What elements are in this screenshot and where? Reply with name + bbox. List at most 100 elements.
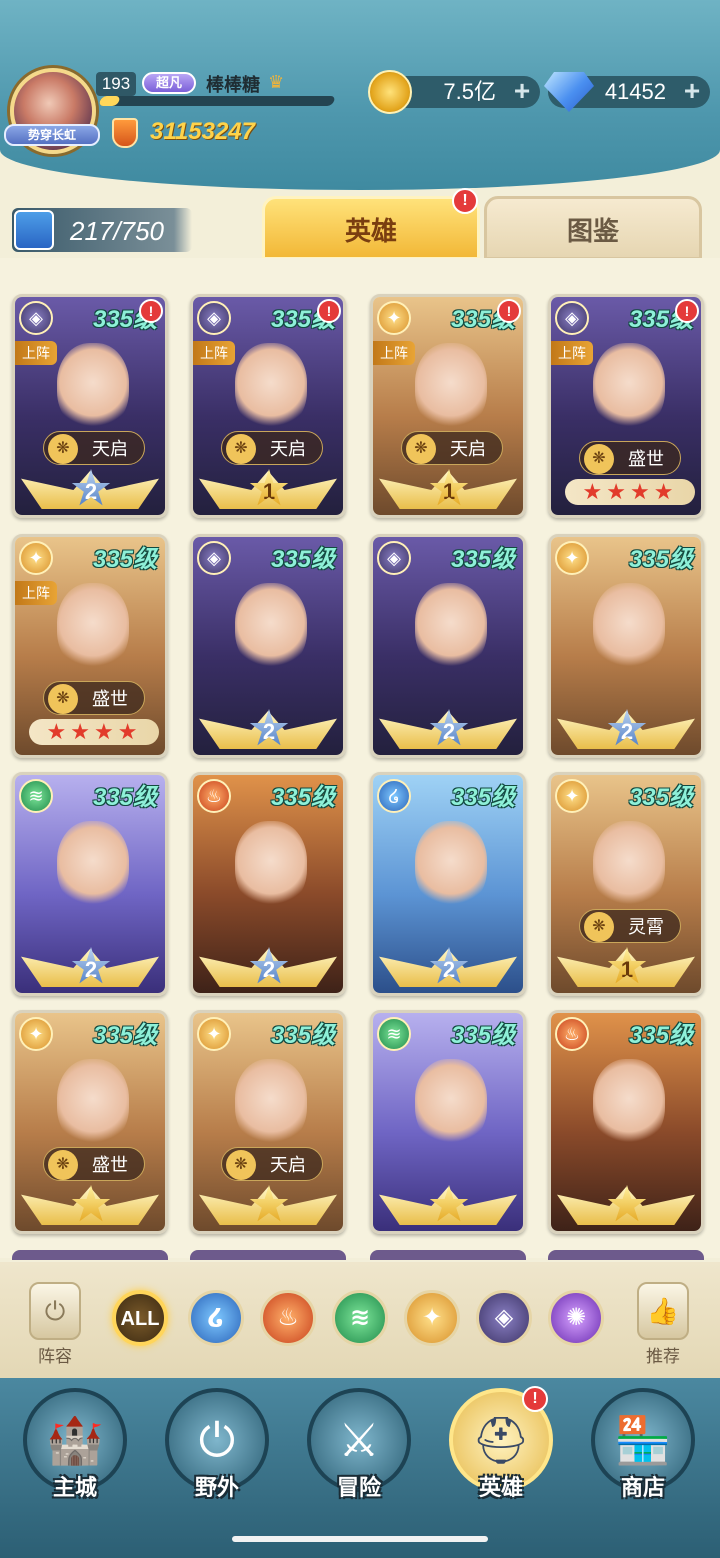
tab-codex[interactable]: 图鉴: [484, 196, 702, 260]
light-element-icon: ✦: [19, 541, 53, 575]
player-name: 棒棒糖: [206, 75, 260, 95]
hero-rank-label: 天启: [92, 439, 128, 459]
hero-face: [593, 343, 665, 431]
filter-void-element-icon[interactable]: ✺: [548, 1290, 604, 1346]
lineup-label: 阵容: [38, 1347, 72, 1366]
hero-card[interactable]: ✦ 335级 ❋ 天启: [190, 1010, 346, 1234]
hero-face: [57, 343, 129, 431]
recommend-label: 推荐: [646, 1347, 680, 1366]
hero-card[interactable]: ◈ 335级 上阵 ❋ 天启 2!: [12, 294, 168, 518]
rank-icon: ❋: [406, 434, 436, 464]
deployed-tag: 上阵: [373, 341, 415, 365]
vip-badge: 超凡: [142, 72, 196, 94]
nav-wild[interactable]: ⏻ 野外: [162, 1388, 272, 1508]
filter-fire-element-icon[interactable]: ♨: [260, 1290, 316, 1346]
tab-heroes-alert-icon: !: [452, 188, 478, 214]
filter-all-button[interactable]: ALL: [112, 1290, 168, 1346]
rank-icon: ❋: [226, 434, 256, 464]
filter-water-element-icon[interactable]: ໒: [188, 1290, 244, 1346]
hero-card[interactable]: ໒ 335级 2: [370, 772, 526, 996]
filter-wind-element-icon[interactable]: ≋: [332, 1290, 388, 1346]
hero-rank-label: 灵霄: [628, 917, 664, 937]
fire-element-icon: ♨: [555, 1017, 589, 1051]
card-icon: [14, 210, 54, 250]
thumbs-up-icon: 👍: [637, 1282, 689, 1340]
next-row-peek: [0, 1250, 720, 1260]
nav-label: 英雄: [478, 1475, 523, 1500]
fire-element-icon: ♨: [197, 779, 231, 813]
hero-face: [235, 583, 307, 671]
hero-card[interactable]: ◈ 335级 上阵 ❋ 天启 1!: [190, 294, 346, 518]
exp-bar: [98, 96, 336, 106]
hero-face: [57, 583, 129, 671]
light-element-icon: ✦: [555, 541, 589, 575]
hero-level: 335级: [628, 546, 693, 573]
hero-rank-label: 盛世: [628, 449, 664, 469]
hero-alert-icon: !: [497, 299, 521, 323]
deployed-tag: 上阵: [15, 341, 57, 365]
hero-card[interactable]: ◈ 335级 2: [370, 534, 526, 758]
deployed-tag: 上阵: [15, 581, 57, 605]
hero-card[interactable]: ✦ 335级 ❋ 盛世: [12, 1010, 168, 1234]
hero-level: 335级: [92, 784, 157, 811]
hero-face: [57, 821, 129, 909]
hero-card[interactable]: ◈ 335级 上阵 ❋ 盛世 ★★★★!: [548, 294, 704, 518]
hero-card[interactable]: ♨ 335级: [548, 1010, 704, 1234]
hero-card[interactable]: ✦ 335级 上阵 ❋ 天启 1!: [370, 294, 526, 518]
nav-shop[interactable]: 🏪 商店: [588, 1388, 698, 1508]
avatar-title-ribbon: 势穿长虹: [4, 124, 100, 146]
tab-heroes-label: 英雄: [344, 216, 397, 246]
hero-card[interactable]: ♨ 335级 2: [190, 772, 346, 996]
hero-rank-label: 天启: [450, 439, 486, 459]
hero-rank-tag: ❋ 天启: [43, 431, 145, 465]
crown-icon: ♛: [268, 72, 285, 92]
hero-rank-label: 盛世: [92, 1155, 128, 1175]
hero-level: 335级: [270, 784, 335, 811]
hero-card[interactable]: ✦ 335级 2: [548, 534, 704, 758]
gold-currency: 7.5亿 +: [368, 70, 540, 114]
hero-card[interactable]: ◈ 335级 2: [190, 534, 346, 758]
nav-adventure[interactable]: ⚔ 冒险: [304, 1388, 414, 1508]
gem-currency: 41452 +: [544, 72, 710, 112]
deployed-tag: 上阵: [551, 341, 593, 365]
hero-level: 335级: [450, 1022, 515, 1049]
hero-rank-tag: ❋ 灵霄: [579, 909, 681, 943]
wind-element-icon: ≋: [377, 1017, 411, 1051]
filter-light-element-icon[interactable]: ✦: [404, 1290, 460, 1346]
hero-level: 335级: [450, 784, 515, 811]
hero-face: [593, 1059, 665, 1147]
collection-count-value: 217/750: [70, 216, 164, 246]
nav-main-city[interactable]: 🏰 主城: [20, 1388, 130, 1508]
hero-rank-label: 天启: [270, 1155, 306, 1175]
shadow-element-icon: ◈: [197, 301, 231, 335]
nav-label: 商店: [620, 1475, 665, 1500]
hero-rank-tag: ❋ 天启: [221, 431, 323, 465]
hero-face: [235, 1059, 307, 1147]
hero-rank-tag: ❋ 盛世: [43, 1147, 145, 1181]
hero-alert-icon: !: [139, 299, 163, 323]
hero-face: [235, 821, 307, 909]
tab-heroes[interactable]: 英雄: [262, 196, 480, 260]
recommend-button[interactable]: 👍 推荐: [628, 1282, 698, 1372]
power-icon: [112, 118, 138, 148]
hero-level: 335级: [270, 546, 335, 573]
lineup-button[interactable]: ⏻ 阵容: [20, 1282, 90, 1372]
hero-rank-label: 盛世: [92, 689, 128, 709]
nav-alert-icon: !: [522, 1386, 548, 1412]
tab-codex-label: 图鉴: [566, 216, 619, 246]
filter-shadow-element-icon[interactable]: ◈: [476, 1290, 532, 1346]
water-element-icon: ໒: [377, 779, 411, 813]
add-gold-button[interactable]: +: [510, 77, 534, 105]
hero-level: 335级: [450, 546, 515, 573]
hero-face: [415, 821, 487, 909]
power-value: 31153247: [150, 118, 255, 145]
hero-card[interactable]: ≋ 335级 2: [12, 772, 168, 996]
hero-alert-icon: !: [675, 299, 699, 323]
hero-card[interactable]: ≋ 335级: [370, 1010, 526, 1234]
rank-icon: ❋: [48, 1150, 78, 1180]
add-gem-button[interactable]: +: [680, 77, 704, 105]
nav-heroes[interactable]: ⛑ 英雄!: [446, 1386, 556, 1508]
hero-card[interactable]: ✦ 335级 上阵 ❋ 盛世 ★★★★: [12, 534, 168, 758]
hero-card[interactable]: ✦ 335级 ❋ 灵霄 1: [548, 772, 704, 996]
light-element-icon: ✦: [555, 779, 589, 813]
